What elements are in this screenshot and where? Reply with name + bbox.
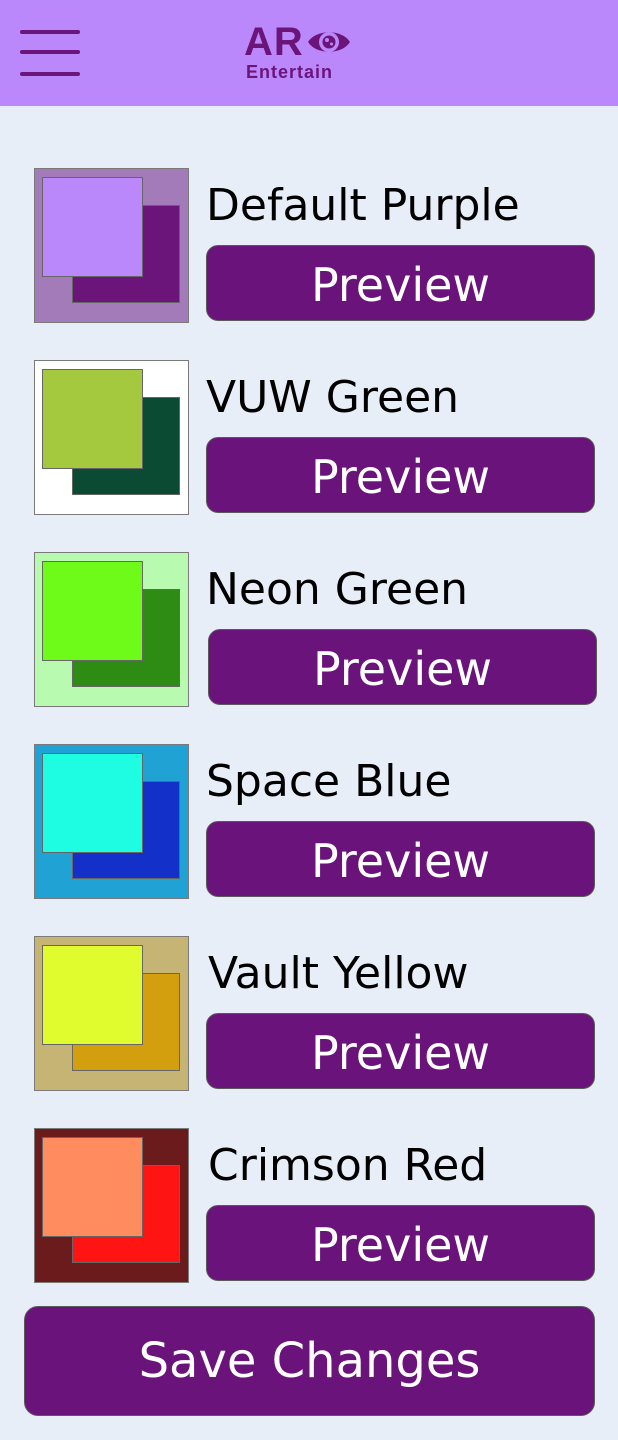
theme-swatch[interactable]: [34, 744, 189, 899]
theme-swatch[interactable]: [34, 936, 189, 1091]
menu-bar-icon: [20, 30, 80, 34]
app-logo: AR Entertain: [244, 22, 376, 86]
preview-button[interactable]: Preview: [206, 437, 595, 513]
theme-row-vault-yellow: Vault Yellow Preview: [34, 936, 599, 1092]
eye-icon: [307, 32, 350, 52]
theme-name: Neon Green: [206, 564, 469, 615]
menu-bar-icon: [20, 50, 80, 54]
theme-swatch[interactable]: [34, 360, 189, 515]
theme-row-crimson-red: Crimson Red Preview: [34, 1128, 599, 1284]
menu-bar-icon: [20, 72, 80, 76]
preview-button[interactable]: Preview: [206, 245, 595, 321]
theme-name: Crimson Red: [208, 1140, 488, 1191]
theme-swatch[interactable]: [34, 552, 189, 707]
logo-subtitle: Entertain: [246, 62, 334, 82]
theme-name: Space Blue: [206, 756, 452, 807]
preview-button[interactable]: Preview: [206, 821, 595, 897]
preview-button[interactable]: Preview: [208, 629, 597, 705]
theme-row-default-purple: Default Purple Preview: [34, 168, 599, 324]
theme-name: Vault Yellow: [208, 948, 469, 999]
save-changes-button[interactable]: Save Changes: [24, 1306, 595, 1416]
theme-name: Default Purple: [206, 180, 520, 231]
theme-row-vuw-green: VUW Green Preview: [34, 360, 599, 516]
preview-button[interactable]: Preview: [206, 1205, 595, 1281]
theme-swatch[interactable]: [34, 1128, 189, 1283]
app-header: AR Entertain: [0, 0, 618, 106]
theme-swatch[interactable]: [34, 168, 189, 323]
theme-name: VUW Green: [206, 372, 460, 423]
logo-letters: AR: [244, 20, 304, 64]
theme-row-neon-green: Neon Green Preview: [34, 552, 599, 708]
theme-row-space-blue: Space Blue Preview: [34, 744, 599, 900]
hamburger-menu-button[interactable]: [20, 26, 82, 82]
preview-button[interactable]: Preview: [206, 1013, 595, 1089]
